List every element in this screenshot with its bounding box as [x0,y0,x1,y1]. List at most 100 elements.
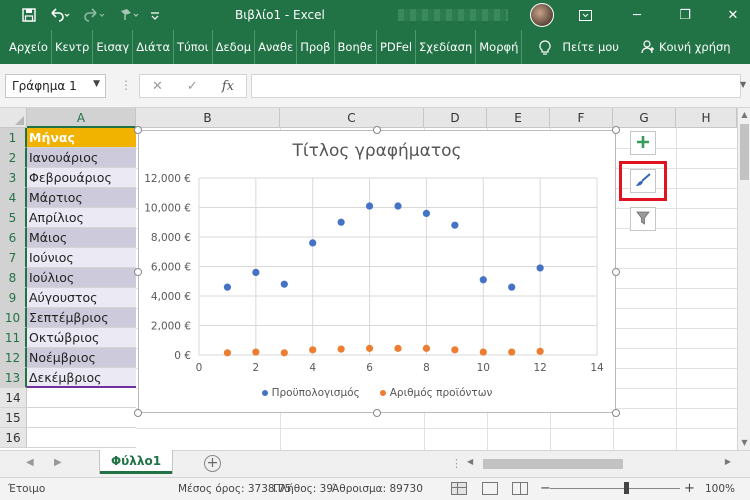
scroll-left-icon[interactable]: ◀ [467,457,473,466]
zoom-slider-thumb[interactable] [624,482,629,494]
cancel-icon[interactable]: ✕ [152,79,163,94]
month-cell[interactable]: Νοέμβριος [27,348,136,368]
minimize-button[interactable]: ─ [620,0,654,30]
scroll-thumb[interactable] [740,124,749,180]
month-cell[interactable]: Μάρτιος [27,188,136,208]
status-sum[interactable]: Άθροισμα: 89730 [332,483,423,495]
month-cell[interactable]: Ιούλιος [27,268,136,288]
scroll-up-icon[interactable]: ▲ [738,108,750,122]
month-cell[interactable]: Δεκέμβριος [27,368,136,388]
zoom-slider[interactable] [550,488,680,489]
scroll-thumb[interactable] [483,459,623,469]
tab-file[interactable]: Αρχείο [0,30,52,64]
status-count[interactable]: Πλήθος: 39 [273,483,333,495]
month-cell[interactable]: Μάιος [27,228,136,248]
empty-cell[interactable] [27,408,136,428]
scroll-right-icon[interactable]: ▶ [725,457,731,466]
zoom-in-button[interactable]: + [684,481,695,496]
month-cell[interactable]: Οκτώβριος [27,328,136,348]
resize-handle[interactable] [134,126,142,134]
sheet-tab-active[interactable]: Φύλλο1 [100,450,172,474]
zoom-level[interactable]: 100% [705,483,735,495]
legend-item[interactable]: Αριθμός προϊόντων [379,387,492,399]
row-header[interactable]: 15 [0,408,27,428]
tab-formulas[interactable]: Τύποι [174,30,213,64]
cell-a1-header[interactable]: Μήνας [27,128,136,148]
column-header-c[interactable]: C [280,108,424,128]
tab-page-layout[interactable]: Διάτα [133,30,175,64]
next-sheet-icon[interactable]: ▶ [54,457,62,468]
chart-elements-button[interactable] [630,131,656,155]
add-sheet-button[interactable]: + [204,455,221,472]
month-cell[interactable]: Απρίλιος [27,208,136,228]
page-break-view-icon[interactable] [512,482,528,495]
customize-qat-icon[interactable] [146,0,164,30]
vertical-scrollbar[interactable]: ▲ ▼ [737,108,750,450]
format-painter-icon[interactable] [112,0,146,30]
tab-help[interactable]: Βοηθε [335,30,377,64]
formula-bar-grip[interactable]: ⋮ [120,78,132,92]
undo-icon[interactable] [42,0,78,30]
month-cell[interactable]: Σεπτέμβριος [27,308,136,328]
resize-handle[interactable] [612,409,620,417]
close-button[interactable]: ✕ [716,0,750,30]
row-header[interactable]: 8 [0,268,27,288]
resize-handle[interactable] [373,409,381,417]
row-header[interactable]: 13 [0,368,27,388]
select-all-button[interactable] [0,108,27,128]
row-header[interactable]: 5 [0,208,27,228]
row-header[interactable]: 1 [0,128,27,148]
month-cell[interactable]: Φεβρουάριος [27,168,136,188]
column-header-a[interactable]: A [27,108,136,128]
row-header[interactable]: 9 [0,288,27,308]
tab-insert[interactable]: Εισαγ [93,30,134,64]
chevron-down-icon[interactable]: ▼ [93,79,100,89]
redo-icon[interactable] [78,0,112,30]
tab-home[interactable]: Κεντρ [52,30,94,64]
column-header-d[interactable]: D [424,108,487,128]
row-header[interactable]: 10 [0,308,27,328]
empty-cell[interactable] [27,388,136,408]
chart-legend[interactable]: Προϋπολογισμός Αριθμός προϊόντων [139,387,615,399]
horizontal-scrollbar[interactable]: ◀ ▶ [463,457,733,471]
scroll-down-icon[interactable]: ▼ [738,436,750,450]
row-header[interactable]: 14 [0,388,27,408]
normal-view-icon[interactable] [451,482,467,495]
row-header[interactable]: 4 [0,188,27,208]
row-header[interactable]: 2 [0,148,27,168]
chart-filters-button[interactable] [630,207,656,231]
row-header[interactable]: 11 [0,328,27,348]
row-header[interactable]: 7 [0,248,27,268]
save-icon[interactable] [16,0,42,30]
resize-handle[interactable] [612,126,620,134]
row-header[interactable]: 12 [0,348,27,368]
tab-chart-format[interactable]: Μορφή [476,30,523,64]
tab-pdfelement[interactable]: PDFel [377,30,417,64]
formula-input[interactable] [251,74,741,98]
tab-split-grip[interactable]: ⋮ [451,457,462,470]
chart-object[interactable]: Τίτλος γραφήματος 0 €2,000 €4,000 €6,000… [138,130,616,413]
month-cell[interactable]: Αύγουστος [27,288,136,308]
expand-formula-bar-icon[interactable]: ▼ [740,80,746,89]
ribbon-display-options-icon[interactable] [568,0,602,30]
insert-function-icon[interactable]: fx [222,79,234,94]
prev-sheet-icon[interactable]: ◀ [26,457,34,468]
avatar[interactable] [530,3,554,27]
enter-icon[interactable]: ✓ [187,79,198,94]
resize-handle[interactable] [612,268,620,276]
column-header-h[interactable]: H [676,108,737,128]
tab-view[interactable]: Προβ [297,30,335,64]
tell-me-search[interactable]: Πείτε μου [562,40,619,54]
restore-button[interactable]: ❐ [668,0,702,30]
resize-handle[interactable] [134,268,142,276]
legend-item[interactable]: Προϋπολογισμός [261,387,360,399]
tab-data[interactable]: Δεδομ [213,30,256,64]
tab-chart-design[interactable]: Σχεδίαση [416,30,477,64]
resize-handle[interactable] [373,126,381,134]
column-header-e[interactable]: E [487,108,550,128]
row-header[interactable]: 3 [0,168,27,188]
tab-review[interactable]: Αναθε [255,30,298,64]
column-header-g[interactable]: G [613,108,676,128]
resize-handle[interactable] [134,409,142,417]
share-icon[interactable] [641,40,655,54]
